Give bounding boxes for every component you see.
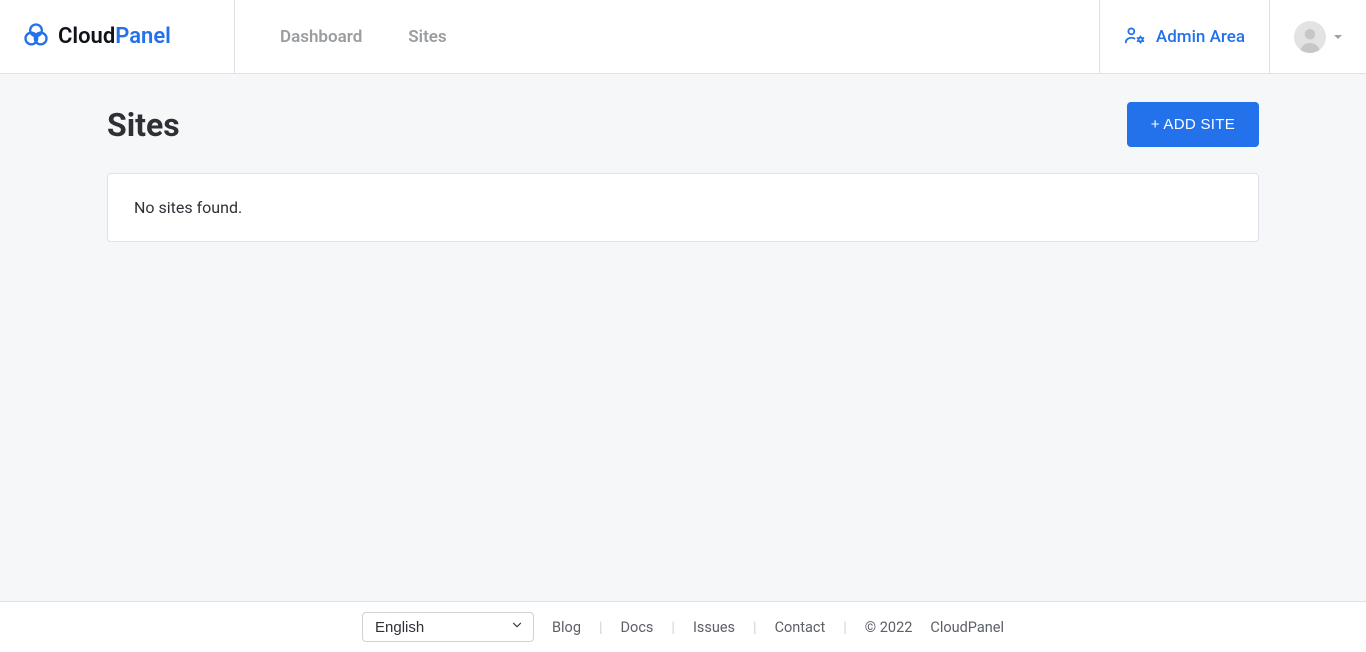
footer: English Blog | Docs | Issues | Contact |… (0, 601, 1366, 652)
page-title: Sites (107, 106, 180, 144)
language-select-wrap: English (362, 612, 534, 642)
brand-cell: CloudPanel (0, 0, 235, 73)
avatar (1294, 21, 1326, 53)
brand-text-part2: Panel (115, 24, 171, 49)
language-select[interactable]: English (362, 612, 534, 642)
footer-separator: | (671, 619, 675, 636)
footer-link-contact[interactable]: Contact (775, 619, 826, 636)
footer-link-docs[interactable]: Docs (621, 619, 654, 636)
nav-dashboard[interactable]: Dashboard (280, 27, 362, 47)
admin-area-label: Admin Area (1156, 27, 1245, 47)
add-site-button[interactable]: + ADD SITE (1127, 102, 1259, 147)
users-gear-icon (1124, 24, 1146, 50)
footer-separator: | (753, 619, 757, 636)
brand-text-part1: Cloud (58, 24, 115, 49)
primary-nav: Dashboard Sites (235, 0, 1099, 73)
main-content: Sites + ADD SITE No sites found. (0, 74, 1366, 601)
footer-separator: | (599, 619, 603, 636)
footer-link-blog[interactable]: Blog (552, 619, 581, 636)
user-menu[interactable] (1270, 0, 1366, 73)
admin-area-link[interactable]: Admin Area (1099, 0, 1270, 73)
cloud-logo-icon (22, 21, 50, 53)
footer-separator: | (843, 619, 847, 636)
footer-product: CloudPanel (930, 619, 1004, 636)
top-header: CloudPanel Dashboard Sites Admin Area (0, 0, 1366, 74)
page-head: Sites + ADD SITE (107, 102, 1259, 147)
footer-link-issues[interactable]: Issues (693, 619, 735, 636)
brand-text: CloudPanel (58, 24, 171, 49)
nav-sites[interactable]: Sites (408, 27, 446, 47)
caret-down-icon (1334, 35, 1342, 39)
empty-state-text: No sites found. (134, 198, 242, 217)
brand-link[interactable]: CloudPanel (22, 21, 171, 53)
footer-copyright: © 2022 (865, 619, 913, 636)
sites-empty-card: No sites found. (107, 173, 1259, 242)
